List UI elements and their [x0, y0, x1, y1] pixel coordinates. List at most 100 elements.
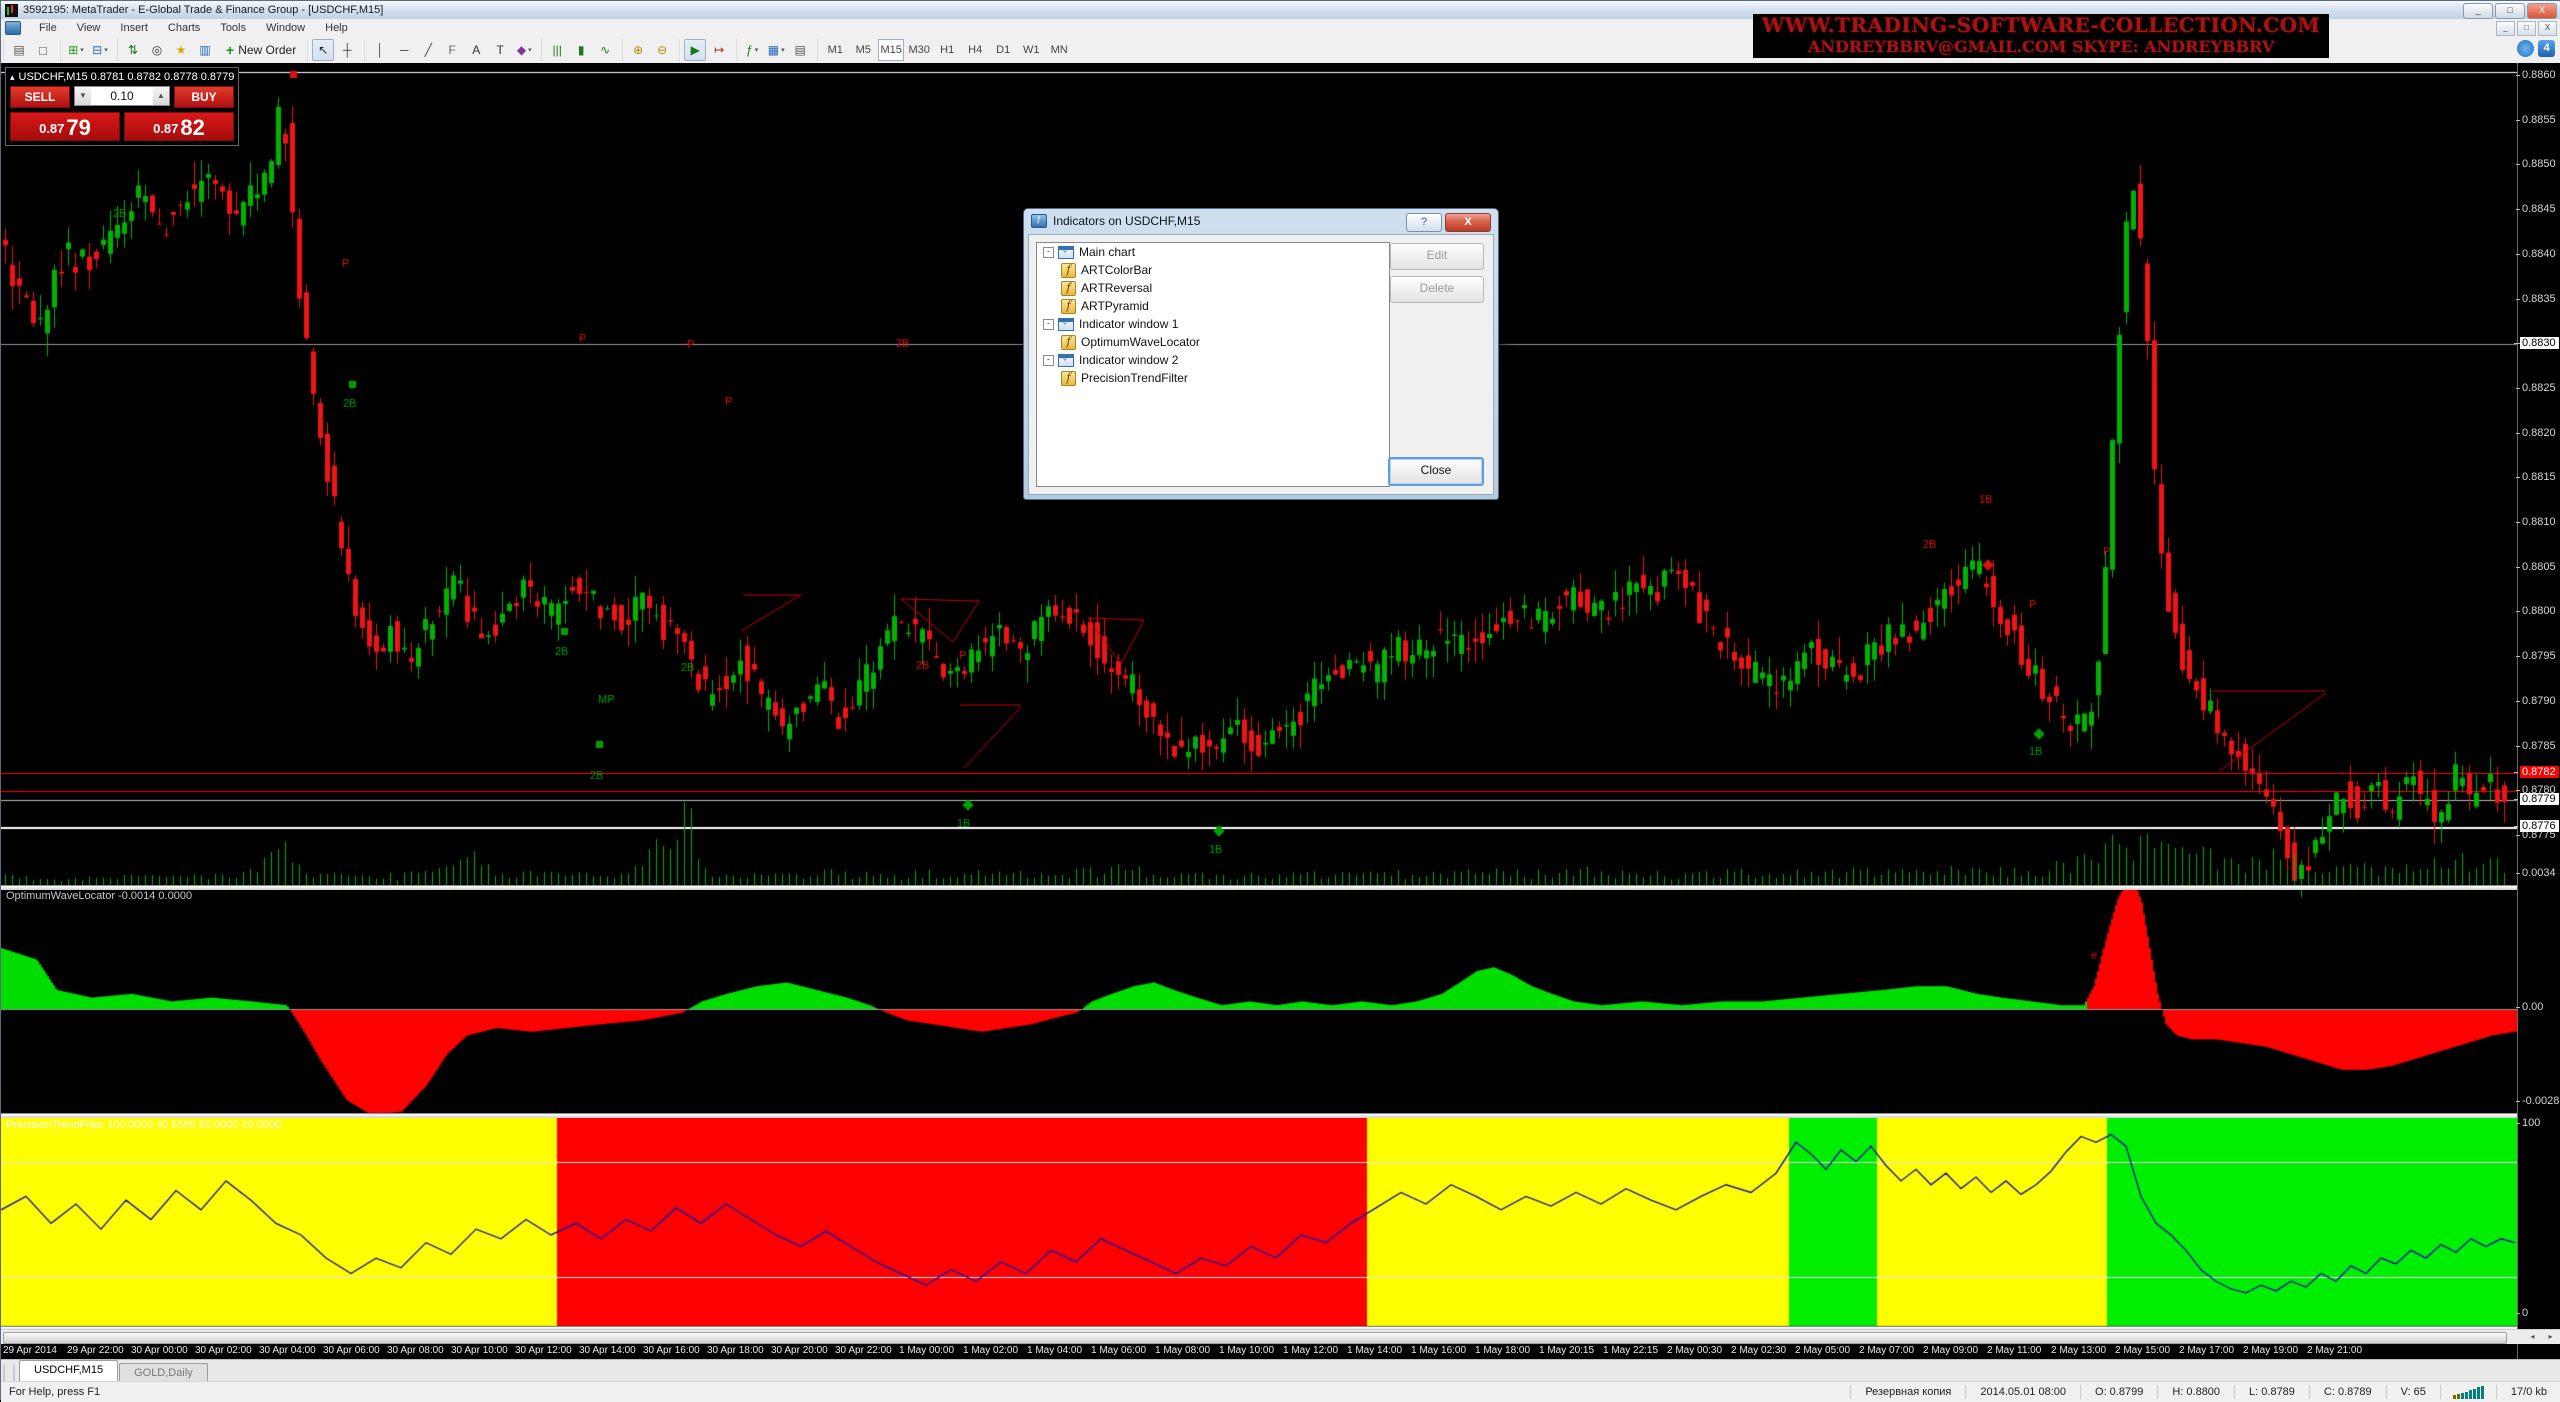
print-preview-icon[interactable]: ◻ [32, 39, 54, 61]
zoom-out-icon[interactable]: ⊖ [651, 39, 673, 61]
menu-item-insert[interactable]: Insert [110, 20, 158, 36]
exp-collapse-icon[interactable]: - [1043, 319, 1054, 330]
pane-separator-1[interactable] [1, 885, 2560, 890]
tree-indicator-artreversal[interactable]: fARTReversal [1037, 279, 1389, 297]
notification-badge-icon[interactable]: 4 [2538, 40, 2555, 57]
tree-node-indicator-window-1[interactable]: -Indicator window 1 [1037, 315, 1389, 333]
maximize-button[interactable]: □ [2495, 3, 2525, 19]
market-watch-icon[interactable]: ⇅ [122, 39, 144, 61]
time-label: 1 May 18:00 [1475, 1345, 1530, 1356]
scroll-right-icon[interactable]: ▸ [2542, 1331, 2559, 1343]
menu-item-charts[interactable]: Charts [158, 20, 210, 36]
favorites-icon[interactable]: ★ [170, 39, 192, 61]
new-order-button[interactable]: +New Order [222, 40, 303, 60]
auto-scroll-icon[interactable]: ▶ [684, 39, 706, 61]
timeframe-h4[interactable]: H4 [962, 39, 988, 61]
navigator-icon[interactable]: ◎ [146, 39, 168, 61]
exp-collapse-icon[interactable]: - [1043, 247, 1054, 258]
new-chart-icon[interactable]: ⊞▾ [65, 39, 87, 61]
text-icon[interactable]: A [465, 39, 487, 61]
child-minimize-button[interactable]: _ [2496, 21, 2515, 36]
menu-item-view[interactable]: View [67, 20, 111, 36]
volume-up-icon[interactable]: ▲ [153, 87, 169, 105]
cursor-icon[interactable]: ↖ [312, 39, 334, 61]
new-chart-dropdown-icon[interactable]: ▾ [80, 46, 84, 54]
scrollbar-thumb[interactable] [3, 1332, 2507, 1344]
buy-button[interactable]: BUY [174, 86, 234, 108]
trade-panel-header[interactable]: ▴USDCHF,M15 0.8781 0.8782 0.8778 0.8779 [6, 68, 238, 86]
ask-price-box[interactable]: 0.87 82 [124, 112, 234, 141]
chart-window-icon [1058, 318, 1074, 331]
horizontal-scrollbar[interactable]: ◂ ▸ [1, 1329, 2560, 1344]
candle-chart-icon[interactable]: ▮ [570, 39, 592, 61]
child-close-button[interactable]: X [2538, 21, 2557, 36]
profiles-icon[interactable]: ⊟▾ [89, 39, 111, 61]
timeframe-mn[interactable]: MN [1046, 39, 1072, 61]
indicators-dropdown-icon[interactable]: ▾ [755, 46, 759, 54]
bid-price-box[interactable]: 0.87 79 [10, 112, 120, 141]
timeframe-m30[interactable]: M30 [906, 39, 932, 61]
exp-collapse-icon[interactable]: - [1043, 355, 1054, 366]
tree-indicator-artcolorbar[interactable]: fARTColorBar [1037, 261, 1389, 279]
sell-button[interactable]: SELL [10, 86, 70, 108]
tree-node-main-chart[interactable]: -Main chart [1037, 243, 1389, 261]
menu-item-help[interactable]: Help [315, 20, 358, 36]
price-tick: 0.8860 [2522, 69, 2556, 81]
horizontal-line-icon[interactable]: ─ [393, 39, 415, 61]
scroll-left-icon[interactable]: ◂ [2524, 1331, 2541, 1343]
time-axis[interactable]: 29 Apr 201429 Apr 22:0030 Apr 00:0030 Ap… [1, 1343, 2517, 1359]
trendline-icon[interactable]: ╱ [417, 39, 439, 61]
timeframe-m15[interactable]: M15 [878, 39, 904, 61]
crosshair-icon[interactable]: ┼ [336, 39, 358, 61]
fibonacci-icon[interactable]: F [441, 39, 463, 61]
status-open: O: 0.8799 [2080, 1385, 2157, 1399]
menu-item-file[interactable]: File [29, 20, 67, 36]
timeframe-w1[interactable]: W1 [1018, 39, 1044, 61]
chart-tab-usdchfm15[interactable]: USDCHF,M15 [19, 1360, 118, 1382]
indicators-icon[interactable]: ƒ▾ [741, 39, 763, 61]
arrows-icon[interactable]: ◆▾ [513, 39, 535, 61]
vertical-line-icon[interactable]: │ [369, 39, 391, 61]
menu-item-tools[interactable]: Tools [210, 20, 256, 36]
dialog-help-button[interactable]: ? [1406, 213, 1442, 232]
pane-separator-2[interactable] [1, 1113, 2560, 1118]
bar-chart-icon[interactable]: ||| [546, 39, 568, 61]
tree-indicator-optimumwavelocator[interactable]: fOptimumWaveLocator [1037, 333, 1389, 351]
dialog-close-icon[interactable]: X [1445, 213, 1491, 232]
delete-button[interactable]: Delete [1390, 276, 1484, 303]
line-chart-icon[interactable]: ∿ [594, 39, 616, 61]
timeframe-d1[interactable]: D1 [990, 39, 1016, 61]
chart-shift-icon[interactable]: ↦ [708, 39, 730, 61]
zoom-in-icon[interactable]: ⊕ [627, 39, 649, 61]
period-selector-icon[interactable]: ▤ [789, 39, 811, 61]
volume-value[interactable]: 0.10 [91, 87, 153, 105]
tree-node-indicator-window-2[interactable]: -Indicator window 2 [1037, 351, 1389, 369]
terminal-icon[interactable]: ▥ [194, 39, 216, 61]
tree-indicator-artpyramid[interactable]: fARTPyramid [1037, 297, 1389, 315]
indicator-tree[interactable]: -Main chartfARTColorBarfARTReversalfARTP… [1036, 242, 1390, 487]
community-icon[interactable] [2517, 40, 2534, 57]
menu-item-window[interactable]: Window [256, 20, 315, 36]
chart-system-icon[interactable] [5, 21, 21, 35]
edit-button[interactable]: Edit [1390, 243, 1484, 270]
minimize-button[interactable]: _ [2463, 3, 2493, 19]
volume-stepper[interactable]: ▼ 0.10 ▲ [74, 86, 170, 106]
price-axis[interactable]: 0.88600.88550.88500.88450.88400.88350.88… [2517, 63, 2560, 1359]
close-dialog-button[interactable]: Close [1388, 457, 1484, 486]
tree-indicator-precisiontrendfilter[interactable]: fPrecisionTrendFilter [1037, 369, 1389, 387]
arrows-dropdown-icon[interactable]: ▾ [528, 46, 532, 54]
templates-dropdown-icon[interactable]: ▾ [781, 46, 785, 54]
child-restore-button[interactable]: □ [2517, 21, 2536, 36]
print-icon[interactable]: ▤ [8, 39, 30, 61]
volume-down-icon[interactable]: ▼ [75, 87, 91, 105]
timeframe-m1[interactable]: M1 [822, 39, 848, 61]
close-button[interactable]: X [2527, 3, 2557, 19]
profiles-dropdown-icon[interactable]: ▾ [104, 46, 108, 54]
collapse-icon[interactable]: ▴ [10, 72, 15, 82]
text-label-icon[interactable]: T [489, 39, 511, 61]
timeframe-m5[interactable]: M5 [850, 39, 876, 61]
price-tick: 0.8810 [2522, 516, 2556, 528]
templates-icon[interactable]: ▦▾ [765, 39, 787, 61]
timeframe-h1[interactable]: H1 [934, 39, 960, 61]
chart-tab-golddaily[interactable]: GOLD,Daily [119, 1363, 208, 1382]
